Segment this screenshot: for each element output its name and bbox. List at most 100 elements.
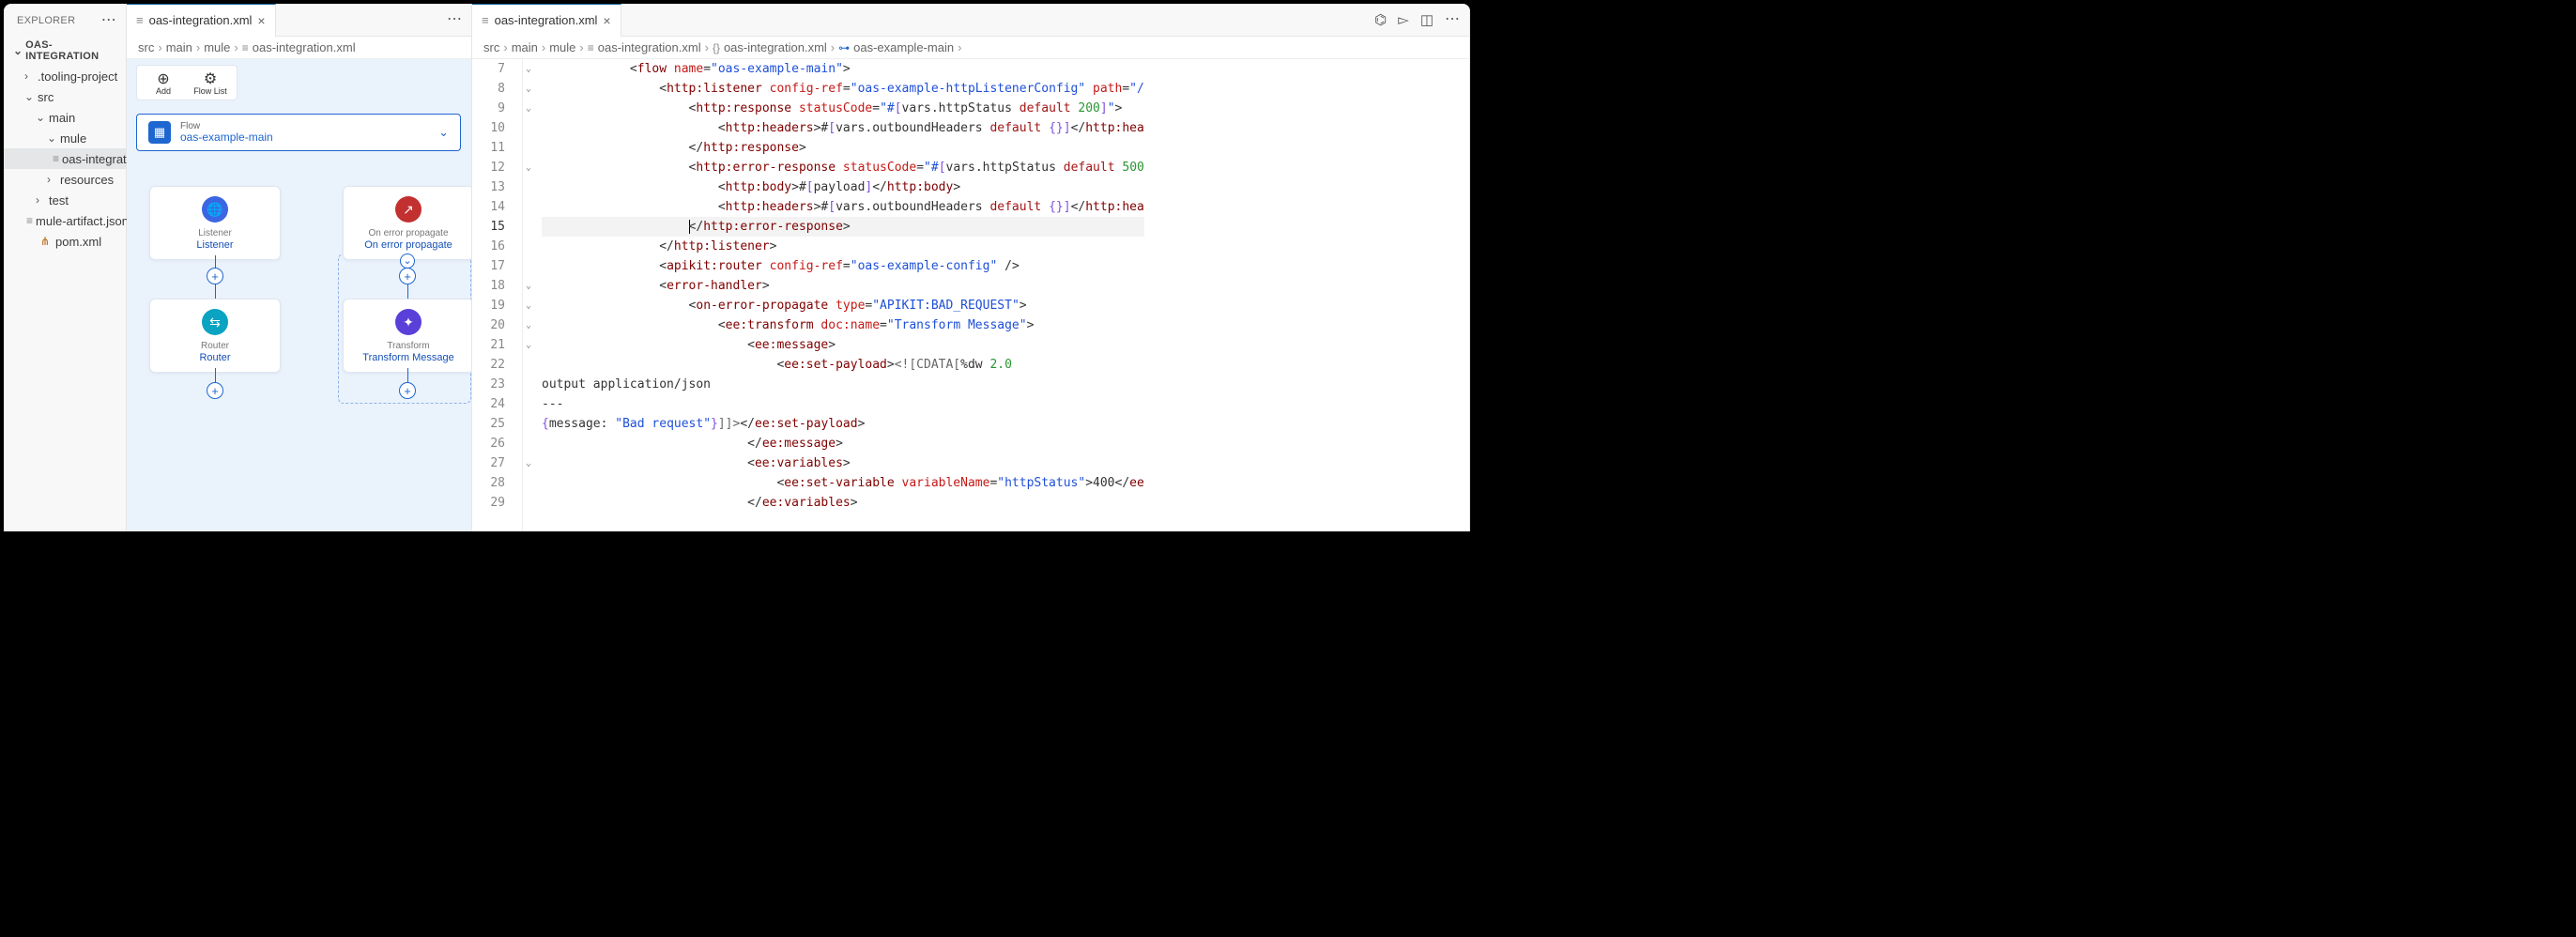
node-router[interactable]: ⇆ Router Router [149,299,281,373]
listener-icon: 🌐 [202,196,228,223]
fold-toggle[interactable]: ⌄ [523,315,534,335]
editor-group-flow: ≡ oas-integration.xml × ⋯ src› main› mul… [127,4,472,531]
tree-label: test [49,193,69,207]
breadcrumb-item[interactable]: main [166,40,192,54]
fold-toggle[interactable]: ⌄ [523,453,534,473]
tab-oas-integration[interactable]: ≡ oas-integration.xml × [127,4,276,37]
breadcrumb-item[interactable]: oas-integration.xml [253,40,356,54]
button-label: Flow List [193,86,227,96]
fold-toggle [523,394,534,414]
tab-actions: ⌬ ▻ ◫ ⋯ [1374,11,1469,28]
flow-icon: ⊶ [838,41,850,54]
breadcrumb[interactable]: src› main› mule› ≡ oas-integration.xml [127,37,471,59]
tree-folder[interactable]: ⌄src [4,86,126,107]
code-line[interactable]: <apikit:router config-ref="oas-example-c… [542,256,1144,276]
fold-toggle[interactable]: ⌄ [523,99,534,118]
fold-toggle [523,237,534,256]
tree-folder[interactable]: ›test [4,190,126,210]
code-line[interactable]: output application/json [542,375,1144,394]
add-node-button[interactable]: + [399,382,416,399]
node-transform[interactable]: ✦ Transform Transform Message [343,299,471,373]
tree-folder[interactable]: ⌄main [4,107,126,128]
tree-file[interactable]: ⋔pom.xml [4,231,126,252]
breadcrumb-item[interactable]: oas-example-main [853,40,954,54]
tab-more-icon[interactable]: ⋯ [447,17,462,23]
code-editor[interactable]: 7891011121314151617181920212223242526272… [472,59,1469,531]
code-line[interactable]: <flow name="oas-example-main"> [542,59,1144,79]
code-line[interactable]: <ee:set-payload><![CDATA[%dw 2.0 [542,355,1144,375]
fold-toggle [523,414,534,434]
hierarchy-icon[interactable]: ⌬ [1374,11,1387,28]
explorer-more-icon[interactable]: ⋯ [101,18,116,23]
code-line[interactable]: --- [542,394,1144,414]
code-line[interactable]: </ee:variables> [542,493,1144,513]
code-line[interactable]: <error-handler> [542,276,1144,296]
code-line[interactable]: <on-error-propagate type="APIKIT:BAD_REQ… [542,296,1144,315]
code-line[interactable]: <ee:set-variable variableName="httpStatu… [542,473,1144,493]
tree-folder[interactable]: ⌄mule [4,128,126,148]
breadcrumb-item[interactable]: mule [549,40,575,54]
code-line[interactable]: {message: "Bad request"}]]></ee:set-payl… [542,414,1144,434]
tab-more-icon[interactable]: ⋯ [1445,17,1460,23]
json-icon: ≡ [26,214,33,227]
fold-toggle[interactable]: ⌄ [523,158,534,177]
file-icon: ≡ [482,13,489,27]
code-line[interactable]: </http:response> [542,138,1144,158]
tree-file[interactable]: ≡mule-artifact.json [4,210,126,231]
code-line[interactable]: <http:headers>#[vars.outboundHeaders def… [542,197,1144,217]
code-line[interactable]: <ee:message> [542,335,1144,355]
line-gutter: 7891011121314151617181920212223242526272… [472,59,523,531]
code-line[interactable]: <http:headers>#[vars.outboundHeaders def… [542,118,1144,138]
fold-toggle [523,256,534,276]
tree-folder[interactable]: ›resources [4,169,126,190]
fold-toggle[interactable]: ⌄ [523,335,534,355]
code-line[interactable]: <http:error-response statusCode="#[vars.… [542,158,1144,177]
close-icon[interactable]: × [603,13,610,28]
expand-button[interactable]: ⌄ [400,253,415,269]
code-line[interactable]: <ee:transform doc:name="Transform Messag… [542,315,1144,335]
code-content[interactable]: <flow name="oas-example-main"> <http:lis… [534,59,1144,531]
code-line[interactable]: </ee:message> [542,434,1144,453]
flow-list-button[interactable]: ⚙ Flow List [190,69,231,96]
chevron-icon: › [36,193,47,207]
run-icon[interactable]: ▻ [1398,11,1409,28]
node-listener[interactable]: 🌐 Listener Listener [149,186,281,260]
connector [407,284,408,299]
fold-toggle[interactable]: ⌄ [523,79,534,99]
flow-canvas[interactable]: ⊕ Add ⚙ Flow List ▦ Flow oas-example-mai… [127,59,471,531]
breadcrumb-item[interactable]: main [512,40,538,54]
code-line[interactable]: <ee:variables> [542,453,1144,473]
breadcrumb[interactable]: src› main› mule› ≡ oas-integration.xml› … [472,37,1469,59]
close-icon[interactable]: × [257,13,265,28]
fold-toggle[interactable]: ⌄ [523,59,534,79]
explorer-sidebar: EXPLORER ⋯ ⌄ OAS-INTEGRATION ›.tooling-p… [4,4,127,531]
code-line[interactable]: <http:response statusCode="#[vars.httpSt… [542,99,1144,118]
file-tree: ›.tooling-project⌄src⌄main⌄mule≡oas-inte… [4,65,126,252]
node-name: On error propagate [364,239,452,252]
code-line[interactable]: <http:listener config-ref="oas-example-h… [542,79,1144,99]
tab-oas-integration[interactable]: ≡ oas-integration.xml × [472,4,621,37]
tree-file[interactable]: ≡oas-integration.xml [4,148,126,169]
chevron-icon: ⌄ [47,131,58,145]
code-line[interactable]: </http:listener> [542,237,1144,256]
project-root[interactable]: ⌄ OAS-INTEGRATION [4,37,126,65]
fold-toggle [523,434,534,453]
split-editor-icon[interactable]: ◫ [1420,11,1434,28]
breadcrumb-item[interactable]: mule [204,40,230,54]
add-node-button[interactable]: + [399,268,416,284]
add-node-button[interactable]: + [207,268,223,284]
code-line[interactable]: </http:error-response> [542,217,1144,237]
fold-toggle[interactable]: ⌄ [523,296,534,315]
node-on-error[interactable]: ↗ On error propagate On error propagate [343,186,471,260]
fold-toggle[interactable]: ⌄ [523,276,534,296]
add-button[interactable]: ⊕ Add [143,69,184,96]
breadcrumb-item[interactable]: oas-integration.xml [598,40,701,54]
tree-label: resources [60,173,114,187]
breadcrumb-item[interactable]: oas-integration.xml [724,40,827,54]
breadcrumb-item[interactable]: src [138,40,154,54]
flow-selector[interactable]: ▦ Flow oas-example-main ⌄ [136,114,461,151]
tree-folder[interactable]: ›.tooling-project [4,66,126,86]
code-line[interactable]: <http:body>#[payload]</http:body> [542,177,1144,197]
breadcrumb-item[interactable]: src [483,40,499,54]
add-node-button[interactable]: + [207,382,223,399]
